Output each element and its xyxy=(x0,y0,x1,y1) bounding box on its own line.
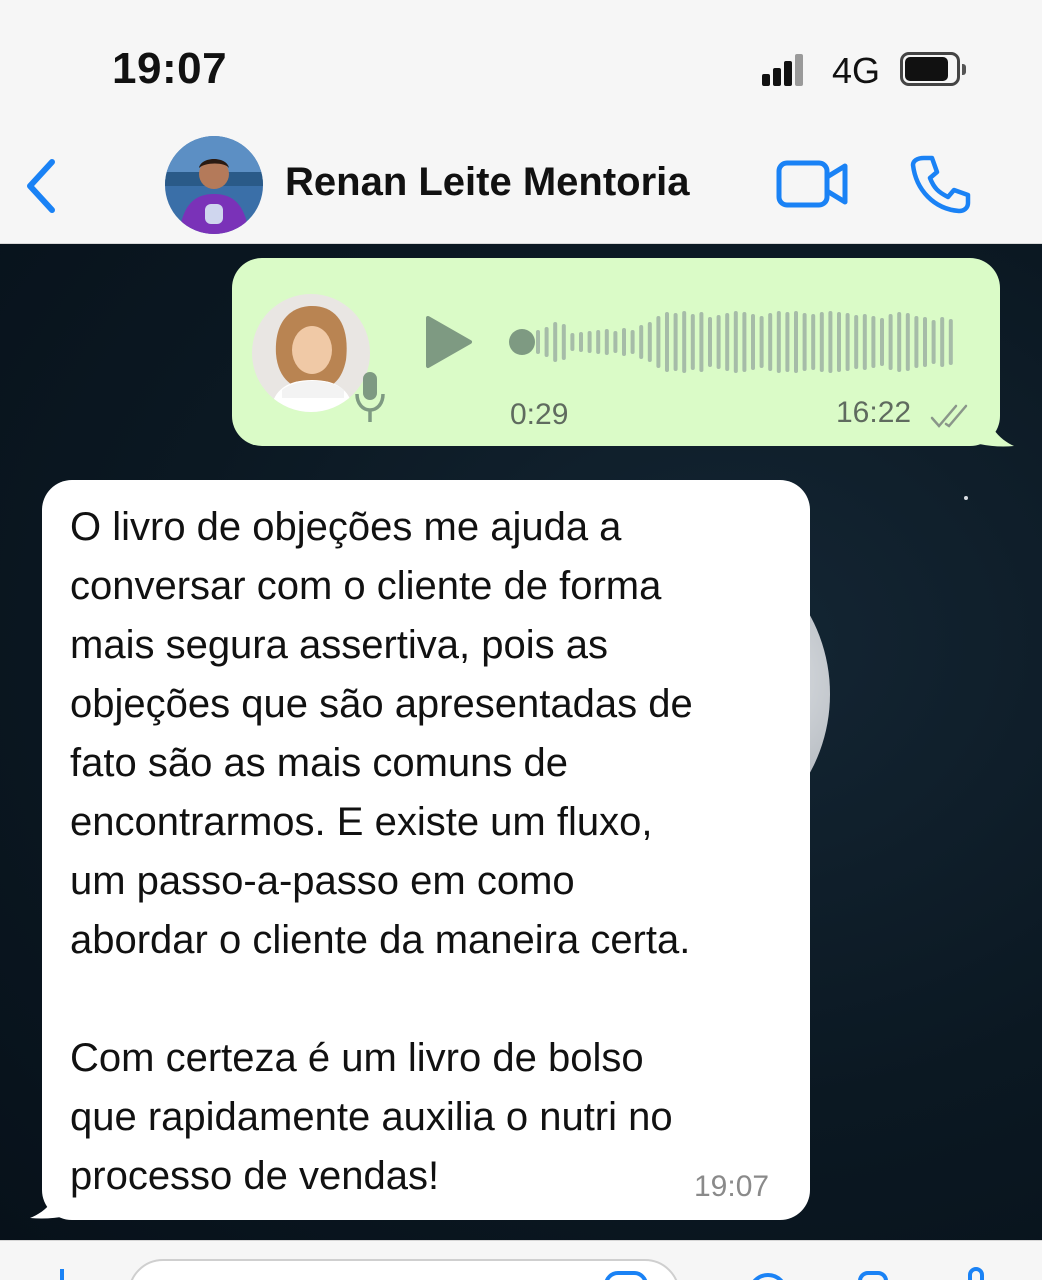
camera-icon xyxy=(752,1273,784,1280)
waveform-bar xyxy=(871,316,876,368)
message-time: 16:22 xyxy=(836,396,912,429)
video-call-button[interactable] xyxy=(776,158,850,210)
chevron-left-icon xyxy=(27,159,55,213)
camera-button[interactable] xyxy=(738,1267,798,1280)
waveform-bar xyxy=(914,316,919,368)
network-type: 4G xyxy=(832,50,881,91)
waveform-bar xyxy=(708,317,712,367)
waveform-bar xyxy=(665,312,669,372)
voice-message-bubble[interactable]: 0:29 16:22 xyxy=(232,258,1000,446)
waveform-bar xyxy=(751,314,755,370)
waveform-bar xyxy=(940,317,945,367)
waveform-bar xyxy=(613,331,618,353)
play-icon xyxy=(426,316,472,368)
phone-icon xyxy=(910,155,971,214)
back-button[interactable] xyxy=(18,154,70,218)
message-input[interactable] xyxy=(128,1259,680,1280)
waveform-bar xyxy=(905,313,910,371)
chat-area[interactable]: 0:29 16:22 O livro de objeções me ajuda … xyxy=(0,244,1042,1240)
waveform-bar xyxy=(742,312,747,372)
whatsapp-chat-screen: 19:07 4G Renan Leite Mentoria 0:29 16:22… xyxy=(0,0,1042,1280)
microphone-button[interactable] xyxy=(954,1265,998,1280)
voice-duration: 0:29 xyxy=(510,398,569,431)
video-camera-icon xyxy=(776,160,848,208)
waveform-bar xyxy=(759,316,764,368)
waveform-bar xyxy=(544,327,549,357)
audio-waveform[interactable] xyxy=(508,310,958,374)
waveform-bar xyxy=(828,311,833,373)
waveform-bar xyxy=(931,320,936,364)
sticker-button[interactable] xyxy=(600,1269,654,1280)
status-time: 19:07 xyxy=(112,44,228,93)
chat-header: Renan Leite Mentoria xyxy=(0,130,1042,244)
waveform-bar xyxy=(948,319,953,365)
waveform-bar xyxy=(862,314,867,370)
waveform-bar xyxy=(716,315,721,369)
waveform-bar xyxy=(630,330,635,354)
waveform-bar xyxy=(656,316,661,368)
waveform-bar xyxy=(647,322,652,362)
waveform-bar xyxy=(604,329,609,355)
contact-avatar[interactable] xyxy=(165,136,263,234)
plus-icon xyxy=(60,1269,64,1280)
waveform-bar xyxy=(811,314,816,370)
waveform-bar xyxy=(880,318,884,366)
waveform-bar xyxy=(837,312,841,372)
attach-button[interactable] xyxy=(44,1267,80,1280)
waveform-bar xyxy=(579,332,583,352)
battery-icon xyxy=(900,52,966,86)
waveform-bar xyxy=(570,333,575,351)
waveform-bar xyxy=(802,313,807,371)
text-message-bubble[interactable]: O livro de objeções me ajuda a conversar… xyxy=(42,480,810,1220)
sticker-icon xyxy=(604,1271,648,1280)
waveform-bar xyxy=(923,317,927,367)
waveform-bar xyxy=(733,311,738,373)
microphone-icon xyxy=(968,1267,984,1280)
waveform-bar xyxy=(725,313,730,371)
contact-name[interactable]: Renan Leite Mentoria xyxy=(285,160,690,205)
waveform-bar xyxy=(596,330,601,354)
input-bar xyxy=(0,1240,1042,1280)
waveform-bar xyxy=(682,311,687,373)
cellular-signal-icon xyxy=(762,52,803,86)
waveform-bar xyxy=(536,330,540,354)
waveform-bar xyxy=(639,325,644,359)
waveform-bar xyxy=(587,331,592,353)
microphone-icon xyxy=(355,372,385,422)
status-bar: 19:07 4G xyxy=(0,0,1042,130)
voice-call-button[interactable] xyxy=(908,152,972,216)
double-check-icon xyxy=(930,404,968,428)
waveform-bar xyxy=(699,312,704,372)
waveform-bar xyxy=(888,314,893,370)
message-time: 19:07 xyxy=(694,1170,770,1203)
waveform-bar xyxy=(690,314,695,370)
waveform-bar xyxy=(561,324,566,360)
play-button[interactable] xyxy=(424,314,474,370)
waveform-bar xyxy=(794,311,798,373)
playback-position-dot[interactable] xyxy=(509,329,535,355)
waveform-bar xyxy=(553,322,558,362)
waveform-bar xyxy=(845,313,850,371)
wallpaper-star xyxy=(964,496,968,500)
waveform-bar xyxy=(776,311,781,373)
waveform-bar xyxy=(622,328,626,356)
waveform-bar xyxy=(768,313,773,371)
waveform-bar xyxy=(897,312,902,372)
waveform-bar xyxy=(854,315,859,369)
waveform-bar xyxy=(819,312,824,372)
record-voice-button[interactable] xyxy=(848,1265,898,1280)
waveform-bar xyxy=(785,312,790,372)
message-text: O livro de objeções me ajuda a conversar… xyxy=(70,505,693,1198)
waveform-bar xyxy=(673,313,678,371)
microphone-icon xyxy=(858,1271,888,1280)
